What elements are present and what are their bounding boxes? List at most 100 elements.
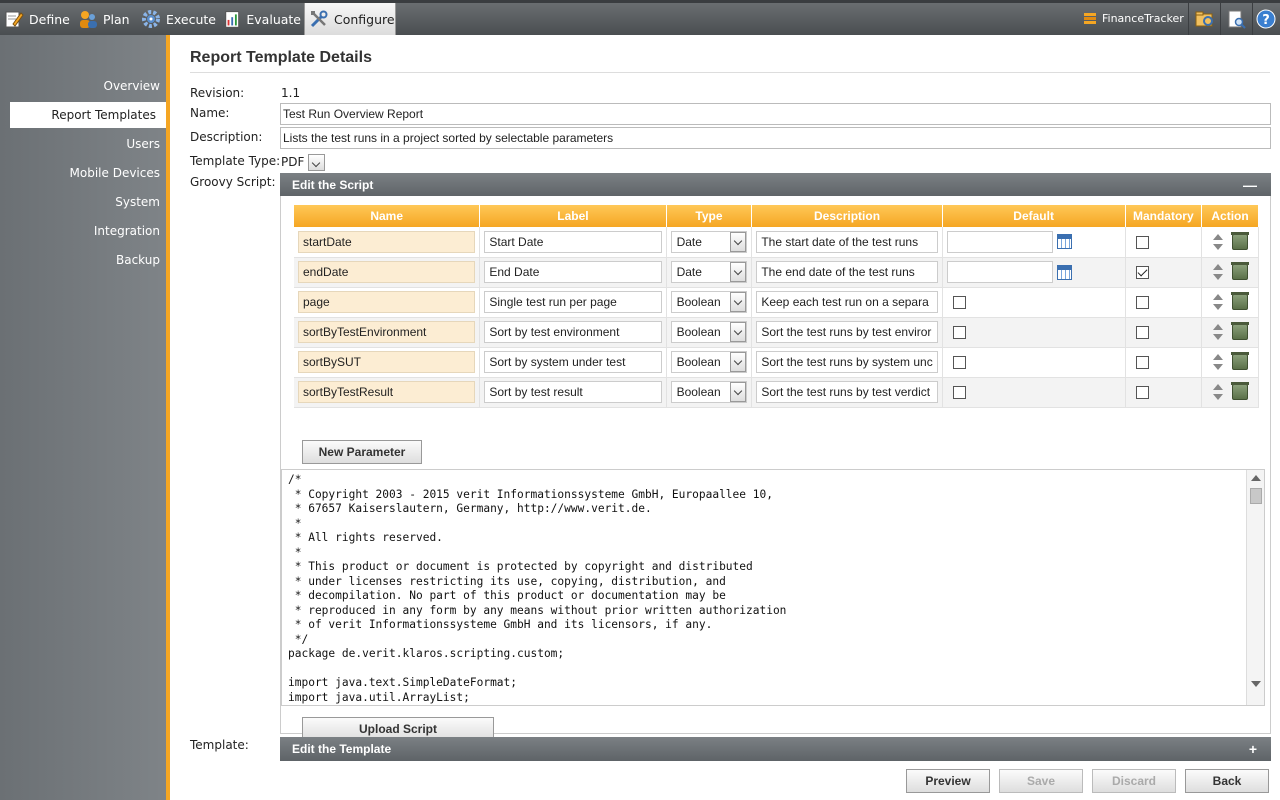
calendar-icon[interactable] [1056,234,1072,250]
sidebar-item-report-templates[interactable]: Report Templates [10,102,170,128]
mandatory-checkbox[interactable] [1135,235,1149,249]
sidebar-item-users[interactable]: Users [10,131,166,157]
move-up-down-icon[interactable] [1212,264,1224,280]
param-type-select[interactable]: Boolean [670,351,748,373]
nav-define[interactable]: Define [4,3,70,35]
param-mandatory-cell [1125,287,1203,318]
move-up-down-icon[interactable] [1212,294,1224,310]
collapse-icon[interactable]: — [1243,173,1257,197]
param-type-select[interactable]: Boolean [670,381,748,403]
nav-configure[interactable]: Configure [304,3,396,35]
delete-icon[interactable] [1231,352,1250,370]
move-up-down-icon[interactable] [1212,384,1224,400]
param-label-field[interactable]: Sort by test environment [484,321,662,343]
param-label-field[interactable]: Sort by test result [484,381,662,403]
move-up-down-icon[interactable] [1212,233,1224,250]
default-checkbox[interactable] [952,326,966,340]
sidebar-item-mobile-devices[interactable]: Mobile Devices [10,160,166,186]
preview-button[interactable]: Preview [906,769,990,793]
chevron-down-icon[interactable] [730,262,747,282]
nav-evaluate[interactable]: Evaluate [223,3,301,35]
default-date-field[interactable] [946,261,1053,283]
default-checkbox[interactable] [952,356,966,370]
nav-plan[interactable]: Plan [78,3,134,35]
discard-button[interactable]: Discard [1092,769,1176,793]
sidebar-item-backup[interactable]: Backup [10,247,166,273]
help-icon[interactable]: ? [1256,9,1276,29]
toolbar-separator [1188,3,1189,35]
param-label-cell: Sort by test environment [479,317,667,348]
save-button[interactable]: Save [999,769,1083,793]
param-name-field[interactable]: endDate [298,261,476,283]
param-type-cell: Boolean [666,347,753,378]
description-field[interactable]: Lists the test runs in a project sorted … [280,127,1271,149]
param-name-field[interactable]: sortByTestEnvironment [298,321,476,343]
chevron-down-icon[interactable] [730,322,747,342]
param-type-select[interactable]: Date [670,261,748,283]
param-name-field[interactable]: sortByTestResult [298,381,476,403]
param-type-select[interactable]: Boolean [670,321,748,343]
expand-icon[interactable]: + [1249,737,1257,761]
param-description-field[interactable]: Sort the test runs by system unc [756,351,938,373]
move-up-down-icon[interactable] [1212,324,1224,340]
document-search-icon[interactable] [1226,9,1246,29]
sidebar-item-integration[interactable]: Integration [10,218,166,244]
mandatory-checkbox[interactable] [1135,386,1149,400]
scroll-thumb[interactable] [1250,488,1262,504]
template-type-select[interactable]: PDF [281,153,326,171]
tools-icon [310,10,328,28]
template-panel-header[interactable]: Edit the Template + [280,737,1271,761]
scroll-up-icon[interactable] [1251,475,1261,481]
param-label-field[interactable]: Single test run per page [484,291,662,313]
param-action-cell [1201,317,1259,348]
param-label-field[interactable]: Start Date [484,230,662,253]
chevron-down-icon[interactable] [730,382,747,402]
nav-execute[interactable]: Execute [141,3,217,35]
chevron-down-icon[interactable] [730,231,747,252]
sidebar-item-system[interactable]: System [10,189,166,215]
mandatory-checkbox[interactable] [1135,326,1149,340]
param-label-field[interactable]: End Date [484,261,662,283]
scroll-down-icon[interactable] [1251,681,1261,687]
mandatory-checkbox[interactable] [1135,296,1149,310]
mandatory-checkbox[interactable] [1135,356,1149,370]
name-field[interactable]: Test Run Overview Report [280,103,1271,125]
param-label-cell: Sort by system under test [479,347,667,378]
chevron-down-icon[interactable] [730,352,747,372]
param-description-cell: The end date of the test runs [751,257,943,288]
project-selector[interactable]: FinanceTracker [1083,11,1184,25]
param-description-field[interactable]: Keep each test run on a separa [756,291,938,313]
move-up-down-icon[interactable] [1212,354,1224,370]
chevron-down-icon[interactable] [730,292,747,312]
delete-icon[interactable] [1231,231,1250,250]
calendar-icon[interactable] [1056,264,1072,280]
param-description-field[interactable]: Sort the test runs by test enviror [756,321,938,343]
sidebar-item-overview[interactable]: Overview [10,73,166,99]
default-checkbox[interactable] [952,296,966,310]
chevron-down-icon[interactable] [308,153,326,171]
delete-icon[interactable] [1231,382,1250,400]
projects-icon[interactable] [1194,9,1214,29]
param-description-field[interactable]: The end date of the test runs [756,261,938,283]
param-name-field[interactable]: sortBySUT [298,351,476,373]
default-checkbox[interactable] [952,386,966,400]
delete-icon[interactable] [1231,322,1250,340]
param-name-field[interactable]: page [298,291,476,313]
script-editor[interactable]: /* * Copyright 2003 - 2015 verit Informa… [281,469,1265,706]
back-button[interactable]: Back [1185,769,1269,793]
param-description-field[interactable]: Sort the test runs by test verdict [756,381,938,403]
param-type-select[interactable]: Boolean [670,291,748,313]
delete-icon[interactable] [1231,292,1250,310]
default-date-field[interactable] [946,230,1053,253]
param-type-select[interactable]: Date [670,230,748,253]
mandatory-checkbox[interactable] [1135,266,1149,280]
script-panel-header[interactable]: Edit the Script — [280,173,1271,197]
param-name-cell: page [294,287,481,318]
param-label-field[interactable]: Sort by system under test [484,351,662,373]
row-actions [1206,322,1254,340]
scrollbar[interactable] [1246,470,1264,705]
param-name-field[interactable]: startDate [298,230,476,253]
delete-icon[interactable] [1231,262,1250,280]
new-parameter-button[interactable]: New Parameter [302,440,422,464]
param-description-field[interactable]: The start date of the test runs [756,230,938,253]
